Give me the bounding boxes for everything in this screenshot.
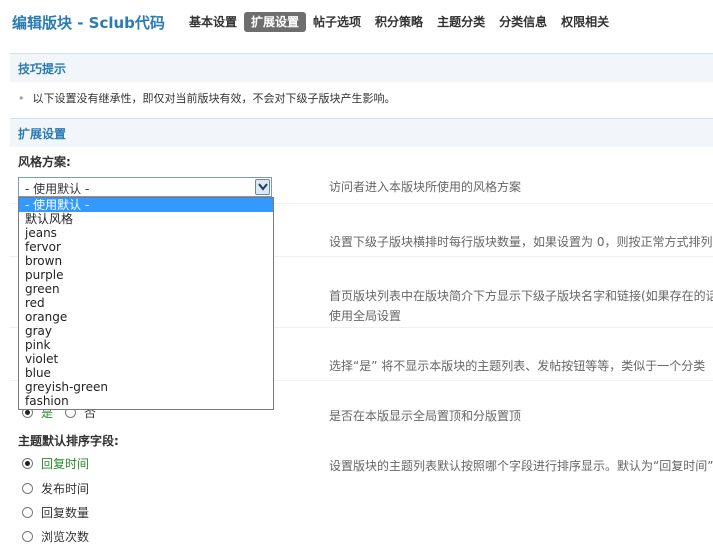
style-select[interactable]: - 使用默认 - — [18, 177, 272, 197]
tab-post-options[interactable]: 帖子选项 — [306, 12, 368, 32]
style-desc: 访问者进入本版块所使用的风格方案 — [329, 180, 522, 194]
sort-radio[interactable] — [22, 507, 33, 518]
tips-section-bar — [10, 53, 713, 82]
style-option[interactable]: gray — [19, 324, 273, 338]
style-option[interactable]: - 使用默认 - — [19, 198, 273, 212]
tip-text-content: 以下设置没有继承性，即仅对当前版块有效，不会对下级子版块产生影响。 — [32, 92, 396, 105]
style-select-value: - 使用默认 - — [25, 182, 90, 196]
sort-desc: 设置版块的主题列表默认按照哪个字段进行排序显示。默认为“回复时间” — [329, 459, 713, 473]
tab-thread-types[interactable]: 主题分类 — [430, 12, 492, 32]
sort-option[interactable]: 回复时间 — [22, 455, 89, 472]
chevron-down-icon[interactable] — [255, 179, 270, 195]
sort-option[interactable]: 回复数量 — [22, 504, 89, 521]
ext-section-bar — [10, 118, 713, 147]
sticky-desc: 是否在本版显示全局置顶和分版置顶 — [329, 409, 522, 423]
sort-option-label: 回复时间 — [41, 457, 90, 471]
style-option[interactable]: pink — [19, 338, 273, 352]
style-option[interactable]: jeans — [19, 226, 273, 240]
style-option[interactable]: 默认风格 — [19, 212, 273, 226]
style-label: 风格方案: — [18, 155, 71, 169]
style-option[interactable]: orange — [19, 310, 273, 324]
top-nav: 基本设置 扩展设置 帖子选项 积分策略 主题分类 分类信息 权限相关 — [182, 12, 616, 34]
page-title: 编辑版块 - Sclub代码 — [12, 14, 165, 32]
style-option[interactable]: blue — [19, 366, 273, 380]
sort-option[interactable]: 发布时间 — [22, 480, 89, 497]
tab-basic[interactable]: 基本设置 — [182, 12, 244, 32]
style-option[interactable]: fashion — [19, 394, 273, 408]
sort-option-label: 回复数量 — [41, 506, 90, 520]
bullet-icon: • — [18, 92, 25, 105]
style-option[interactable]: brown — [19, 254, 273, 268]
as-category-desc: 选择“是” 将不显示本版块的主题列表、发帖按钮等等，类似于一个分类 — [329, 359, 706, 373]
tip-text: • 以下设置没有继承性，即仅对当前版块有效，不会对下级子版块产生影响。 — [18, 90, 396, 106]
style-option[interactable]: red — [19, 296, 273, 310]
sort-radio[interactable] — [22, 458, 33, 469]
sub-names-desc-2: 使用全局设置 — [329, 309, 402, 323]
sort-option-label: 发布时间 — [41, 482, 90, 496]
sub-cols-desc: 设置下级子版块横排时每行版块数量，如果设置为 0，则按正常方式排列 — [329, 235, 713, 249]
tab-permissions[interactable]: 权限相关 — [554, 12, 616, 32]
style-dropdown-list: - 使用默认 - 默认风格 jeans fervor brown purple … — [18, 197, 274, 410]
style-option[interactable]: violet — [19, 352, 273, 366]
tab-extended[interactable]: 扩展设置 — [244, 12, 307, 32]
style-option[interactable]: purple — [19, 268, 273, 282]
style-option[interactable]: greyish-green — [19, 380, 273, 394]
sub-names-desc: 首页版块列表中在版块简介下方显示下级子版块名字和链接(如果存在的话 — [329, 289, 713, 303]
tips-title: 技巧提示 — [18, 62, 67, 76]
style-option[interactable]: fervor — [19, 240, 273, 254]
tab-credit-policy[interactable]: 积分策略 — [368, 12, 430, 32]
sort-radio[interactable] — [22, 531, 33, 542]
sort-option[interactable]: 浏览次数 — [22, 528, 89, 545]
sort-option-label: 浏览次数 — [41, 530, 90, 544]
ext-title: 扩展设置 — [18, 127, 67, 141]
style-option[interactable]: green — [19, 282, 273, 296]
tab-category-info[interactable]: 分类信息 — [492, 12, 554, 32]
sort-label: 主题默认排序字段: — [18, 434, 119, 448]
sort-radio[interactable] — [22, 483, 33, 494]
